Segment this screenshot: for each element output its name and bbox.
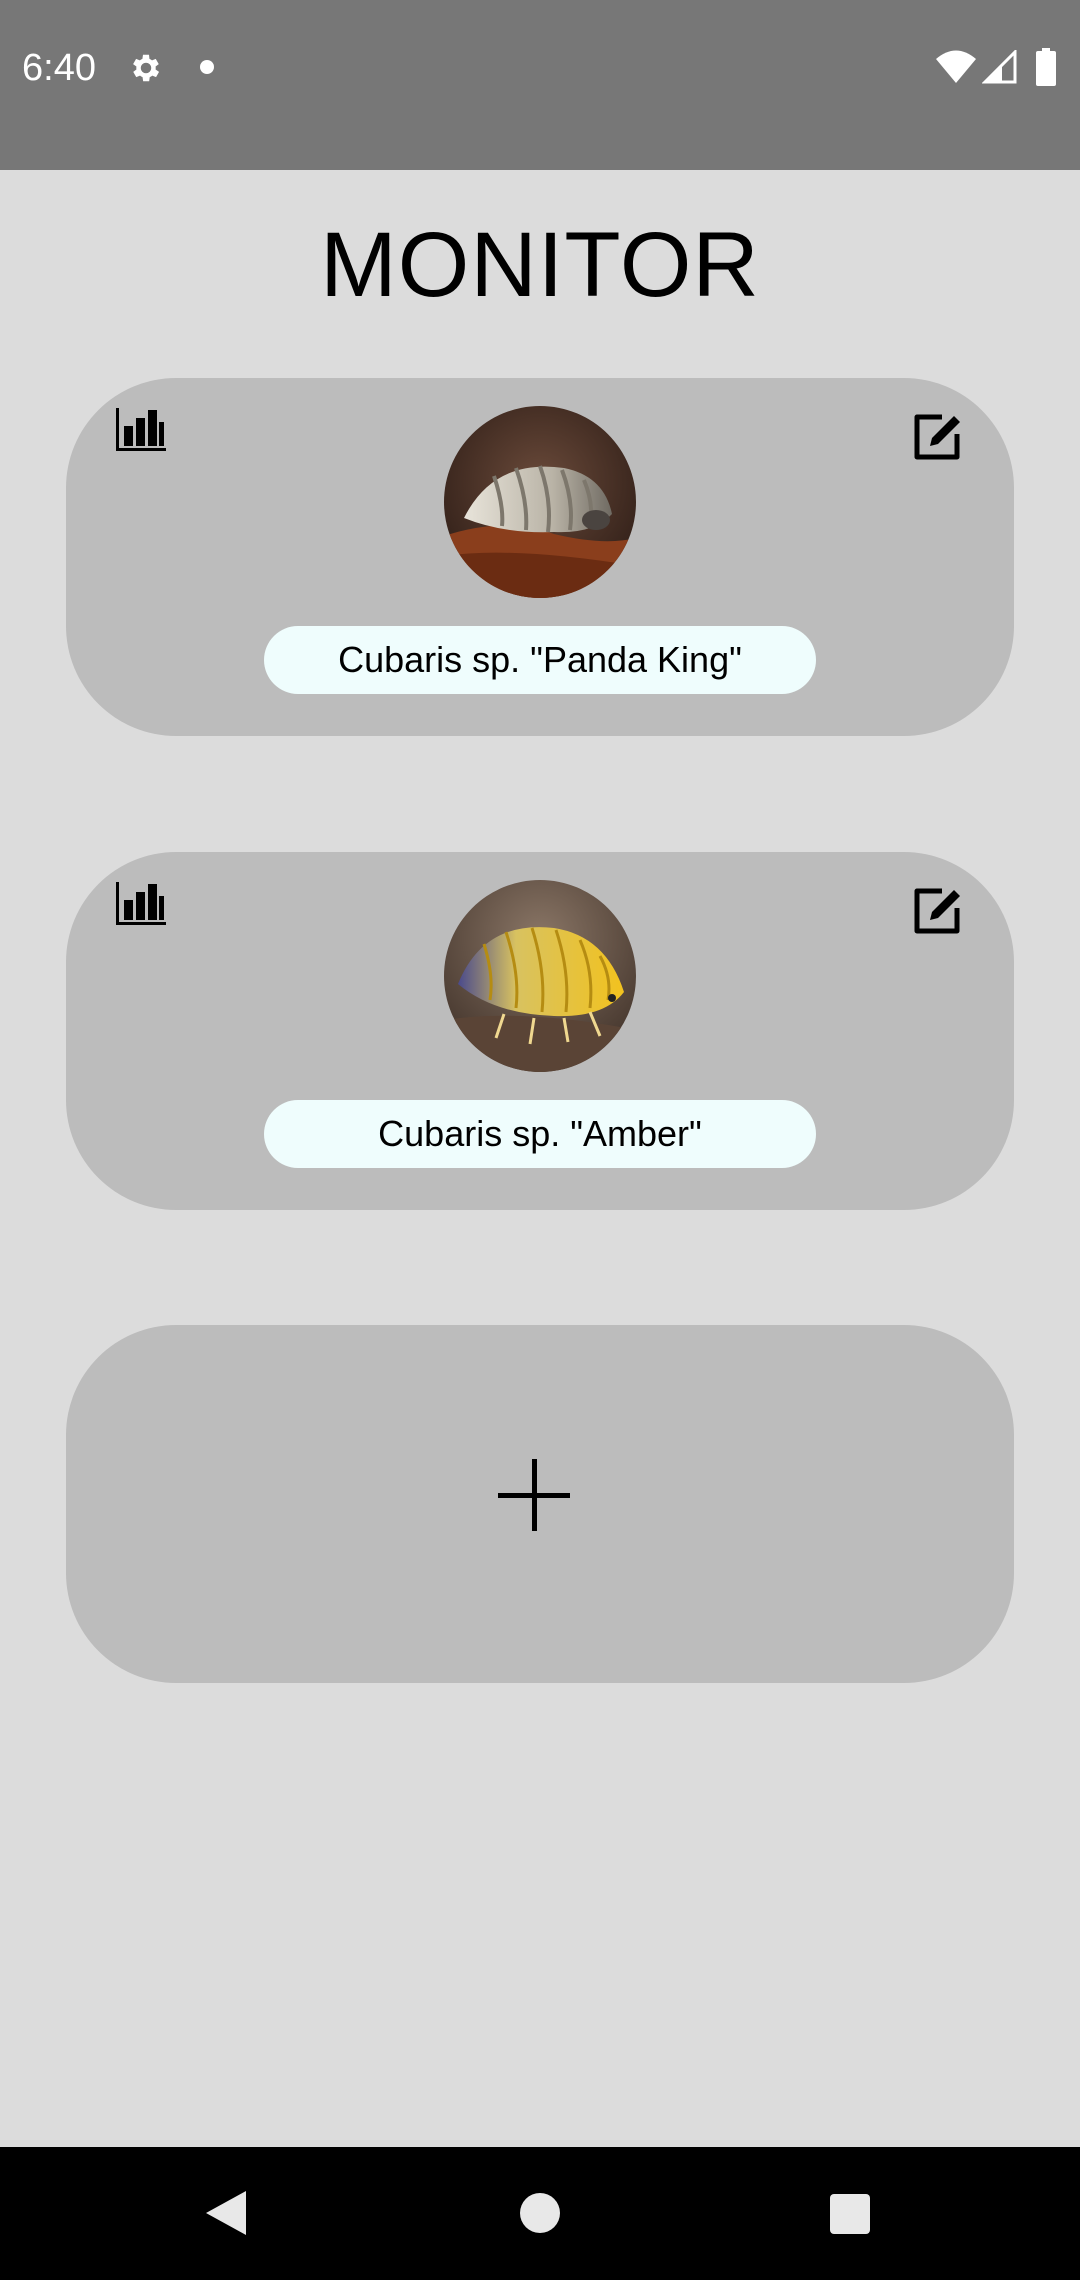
battery-icon [1036,48,1056,86]
edit-icon[interactable] [912,886,964,936]
wifi-icon [936,50,976,83]
home-icon[interactable] [520,2193,560,2233]
notification-dot-icon [200,60,214,74]
recents-icon[interactable] [830,2194,870,2234]
isopod-photo [444,406,636,598]
isopod-name-label: Cubaris sp. "Panda King" [264,626,816,694]
page-title: MONITOR [320,214,760,316]
navigation-bar [0,2147,1080,2280]
status-time: 6:40 [22,47,96,89]
add-isopod-button[interactable] [66,1325,1014,1683]
edit-icon[interactable] [912,412,964,462]
bar-chart-icon[interactable] [114,878,168,926]
signal-icon [982,50,1017,84]
plus-icon [498,1459,570,1531]
back-icon[interactable] [204,2189,248,2237]
gear-icon [133,54,160,82]
bar-chart-icon[interactable] [114,404,168,452]
isopod-photo [444,880,636,1072]
isopod-card[interactable]: Cubaris sp. "Amber" [66,852,1014,1210]
isopod-card[interactable]: Cubaris sp. "Panda King" [66,378,1014,736]
isopod-name-label: Cubaris sp. "Amber" [264,1100,816,1168]
status-bar: 6:40 [0,0,1080,170]
